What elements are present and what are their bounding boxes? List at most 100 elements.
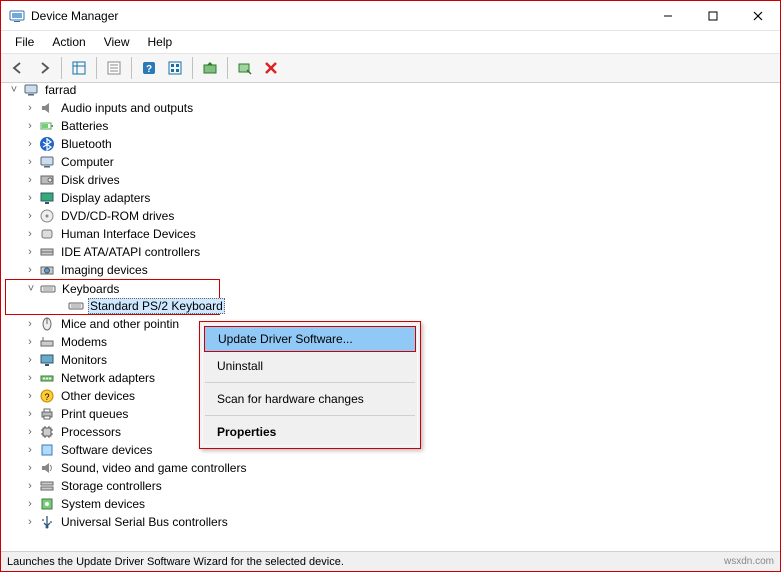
tree-category[interactable]: › Display adapters — [5, 189, 780, 207]
tree-category[interactable]: › Human Interface Devices — [5, 225, 780, 243]
minimize-button[interactable] — [645, 1, 690, 30]
context-separator — [205, 382, 415, 383]
tree-category[interactable]: › Storage controllers — [5, 477, 780, 495]
svg-text:?: ? — [146, 64, 152, 75]
tree-category-label: Display adapters — [59, 190, 152, 206]
caret-right-icon[interactable]: › — [23, 353, 37, 367]
tree-category[interactable]: › Imaging devices — [5, 261, 780, 279]
menu-file[interactable]: File — [7, 33, 42, 51]
context-update-driver[interactable]: Update Driver Software... — [204, 326, 416, 352]
tree-category[interactable]: › Bluetooth — [5, 135, 780, 153]
tree-category-label: Processors — [59, 424, 123, 440]
status-bar: Launches the Update Driver Software Wiza… — [1, 551, 780, 571]
window-title: Device Manager — [31, 9, 645, 23]
caret-right-icon[interactable]: › — [23, 425, 37, 439]
context-uninstall[interactable]: Uninstall — [203, 353, 417, 379]
forward-button[interactable] — [32, 56, 56, 80]
help-button[interactable]: ? — [137, 56, 161, 80]
tree-category-label: Sound, video and game controllers — [59, 460, 248, 476]
keyboard-icon — [40, 281, 56, 297]
modem-icon — [39, 334, 55, 350]
uninstall-button[interactable] — [259, 56, 283, 80]
tree-category[interactable]: › IDE ATA/ATAPI controllers — [5, 243, 780, 261]
keyboard-icon — [68, 298, 84, 314]
tree-category-label: Other devices — [59, 388, 137, 404]
caret-right-icon[interactable]: › — [23, 155, 37, 169]
caret-right-icon[interactable]: › — [23, 371, 37, 385]
context-scan-hardware[interactable]: Scan for hardware changes — [203, 386, 417, 412]
back-button[interactable] — [6, 56, 30, 80]
caret-right-icon[interactable]: › — [23, 173, 37, 187]
window-controls — [645, 1, 780, 30]
view-button[interactable] — [163, 56, 187, 80]
tree-category-label: Batteries — [59, 118, 110, 134]
computer-icon — [23, 82, 39, 98]
caret-right-icon[interactable]: › — [23, 515, 37, 529]
menu-bar: File Action View Help — [1, 31, 780, 54]
close-button[interactable] — [735, 1, 780, 30]
context-properties[interactable]: Properties — [203, 419, 417, 445]
caret-down-icon[interactable]: ˅ — [7, 83, 21, 97]
toolbar-separator — [192, 57, 193, 79]
menu-action[interactable]: Action — [44, 33, 93, 51]
context-menu: Update Driver Software... Uninstall Scan… — [199, 321, 421, 449]
tree-category-label: Software devices — [59, 442, 154, 458]
maximize-button[interactable] — [690, 1, 735, 30]
caret-right-icon[interactable]: › — [23, 263, 37, 277]
tree-category[interactable]: › System devices — [5, 495, 780, 513]
tree-category[interactable]: › DVD/CD-ROM drives — [5, 207, 780, 225]
caret-right-icon[interactable]: › — [23, 317, 37, 331]
tree-category-label: Modems — [59, 334, 109, 350]
tree-category[interactable]: › Audio inputs and outputs — [5, 99, 780, 117]
tree-category[interactable]: › Disk drives — [5, 171, 780, 189]
update-driver-button[interactable] — [198, 56, 222, 80]
caret-right-icon[interactable]: › — [23, 389, 37, 403]
caret-right-icon[interactable]: › — [23, 227, 37, 241]
hid-icon — [39, 226, 55, 242]
bluetooth-icon — [39, 136, 55, 152]
caret-right-icon[interactable]: › — [23, 119, 37, 133]
tree-category-label: Storage controllers — [59, 478, 164, 494]
scan-hardware-button[interactable] — [233, 56, 257, 80]
caret-right-icon[interactable]: › — [23, 461, 37, 475]
tree-category[interactable]: › Computer — [5, 153, 780, 171]
caret-right-icon[interactable]: › — [23, 335, 37, 349]
svg-text:?: ? — [44, 392, 49, 402]
caret-down-icon[interactable]: ˅ — [24, 282, 38, 296]
caret-right-icon[interactable]: › — [23, 137, 37, 151]
device-tree[interactable]: ˅ farrad › Audio inputs and outputs › Ba… — [1, 79, 780, 551]
status-text: Launches the Update Driver Software Wiza… — [7, 556, 344, 568]
caret-right-icon[interactable]: › — [23, 497, 37, 511]
tree-category-label: IDE ATA/ATAPI controllers — [59, 244, 202, 260]
tree-category[interactable]: ˅ Keyboards — [5, 279, 220, 297]
properties-button[interactable] — [102, 56, 126, 80]
tree-category-label: Bluetooth — [59, 136, 114, 152]
show-hide-tree-button[interactable] — [67, 56, 91, 80]
network-icon — [39, 370, 55, 386]
usb-icon — [39, 514, 55, 530]
tree-category-label: Print queues — [59, 406, 130, 422]
tree-category-label: Human Interface Devices — [59, 226, 198, 242]
toolbar-separator — [96, 57, 97, 79]
tree-root[interactable]: ˅ farrad — [5, 81, 780, 99]
caret-right-icon[interactable]: › — [23, 245, 37, 259]
print-icon — [39, 406, 55, 422]
menu-view[interactable]: View — [96, 33, 138, 51]
caret-right-icon[interactable]: › — [23, 101, 37, 115]
imaging-icon — [39, 262, 55, 278]
tree-category[interactable]: › Universal Serial Bus controllers — [5, 513, 780, 531]
toolbar-separator — [131, 57, 132, 79]
tree-device-selected[interactable]: · Standard PS/2 Keyboard — [5, 297, 220, 315]
caret-right-icon[interactable]: › — [23, 479, 37, 493]
tree-category[interactable]: › Batteries — [5, 117, 780, 135]
caret-right-icon[interactable]: › — [23, 209, 37, 223]
caret-right-icon[interactable]: › — [23, 443, 37, 457]
monitor-icon — [39, 352, 55, 368]
menu-help[interactable]: Help — [140, 33, 181, 51]
watermark: wsxdn.com — [724, 556, 774, 567]
caret-right-icon[interactable]: › — [23, 191, 37, 205]
battery-icon — [39, 118, 55, 134]
tree-category-label: Network adapters — [59, 370, 157, 386]
tree-category[interactable]: › Sound, video and game controllers — [5, 459, 780, 477]
caret-right-icon[interactable]: › — [23, 407, 37, 421]
